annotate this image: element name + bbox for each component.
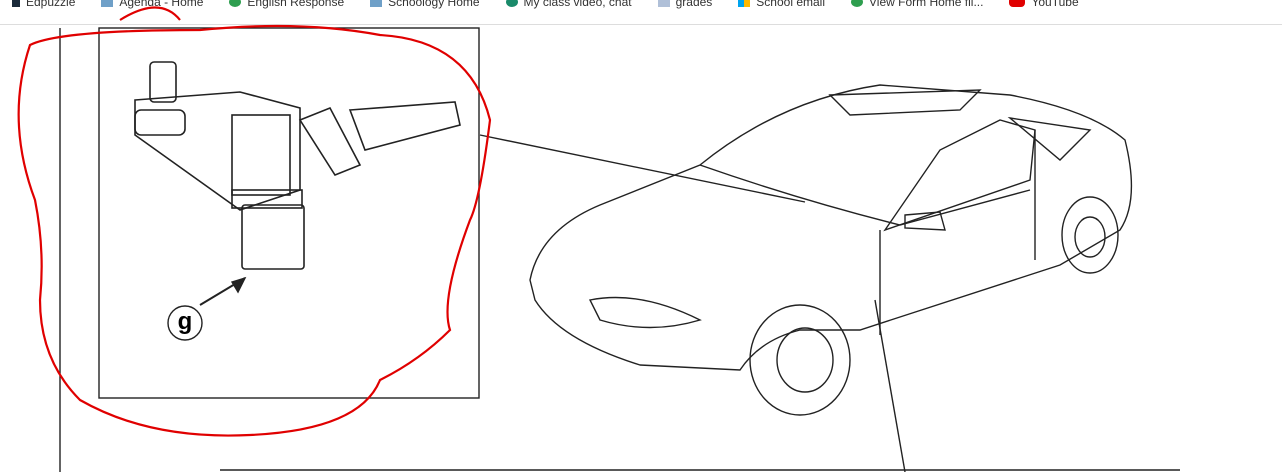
leader-line: [479, 134, 806, 203]
callout-label: g: [177, 308, 193, 335]
car-drawing: [529, 84, 1133, 416]
inset-frame: [98, 27, 480, 399]
arrow-head-icon: [230, 276, 247, 294]
leader-line-2: [874, 299, 906, 472]
switch-assembly-drawing: [134, 61, 461, 270]
red-annotation-circle: [17, 6, 492, 437]
manual-diagram: [17, 6, 1180, 472]
